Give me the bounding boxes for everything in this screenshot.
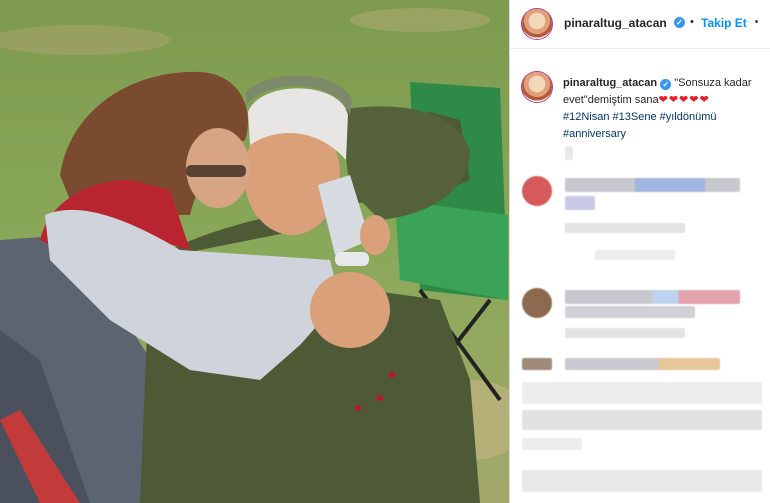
blurred-comment: [522, 438, 582, 450]
comment-avatar[interactable]: [522, 288, 552, 318]
comment-avatar[interactable]: [522, 358, 552, 370]
post-photo[interactable]: [0, 0, 509, 503]
follow-button[interactable]: Takip Et: [701, 16, 747, 30]
blurred-comment-meta: [595, 250, 675, 260]
caption-hearts: ❤❤❤❤❤: [658, 94, 710, 106]
blurred-comment: [565, 178, 740, 192]
blurred-comment-meta: [565, 328, 685, 338]
blurred-timestamp: [565, 146, 573, 160]
blurred-comment-meta: [565, 223, 685, 233]
blurred-comment: [565, 358, 720, 370]
caption-hashtags[interactable]: #12Nisan #13Sene #yıldönümü #anniversary: [563, 111, 717, 140]
post-header: pinaraltug_atacan ✓ • Takip Et ⋅: [510, 0, 770, 49]
post-side-panel: pinaraltug_atacan ✓ • Takip Et ⋅ pinaral…: [510, 0, 770, 503]
blurred-comment: [565, 196, 595, 210]
header-avatar[interactable]: [522, 9, 552, 39]
comment-avatar[interactable]: [522, 176, 552, 206]
couple-photo: [0, 0, 509, 503]
caption-avatar[interactable]: [522, 72, 552, 102]
more-options-icon[interactable]: ⋅: [754, 12, 759, 32]
verified-badge-icon: ✓: [674, 17, 685, 28]
post-caption: pinaraltug_atacan ✓ "Sonsuza kadar evet"…: [563, 75, 763, 143]
header-username[interactable]: pinaraltug_atacan: [564, 16, 667, 30]
blurred-comment: [565, 306, 695, 318]
caption-username[interactable]: pinaraltug_atacan: [563, 77, 657, 89]
blurred-comment: [522, 410, 762, 430]
blurred-comment: [522, 382, 762, 404]
blurred-comment: [522, 470, 762, 492]
separator-dot: •: [690, 16, 694, 28]
blurred-comment: [565, 290, 740, 304]
caption-verified-icon: ✓: [660, 79, 672, 90]
